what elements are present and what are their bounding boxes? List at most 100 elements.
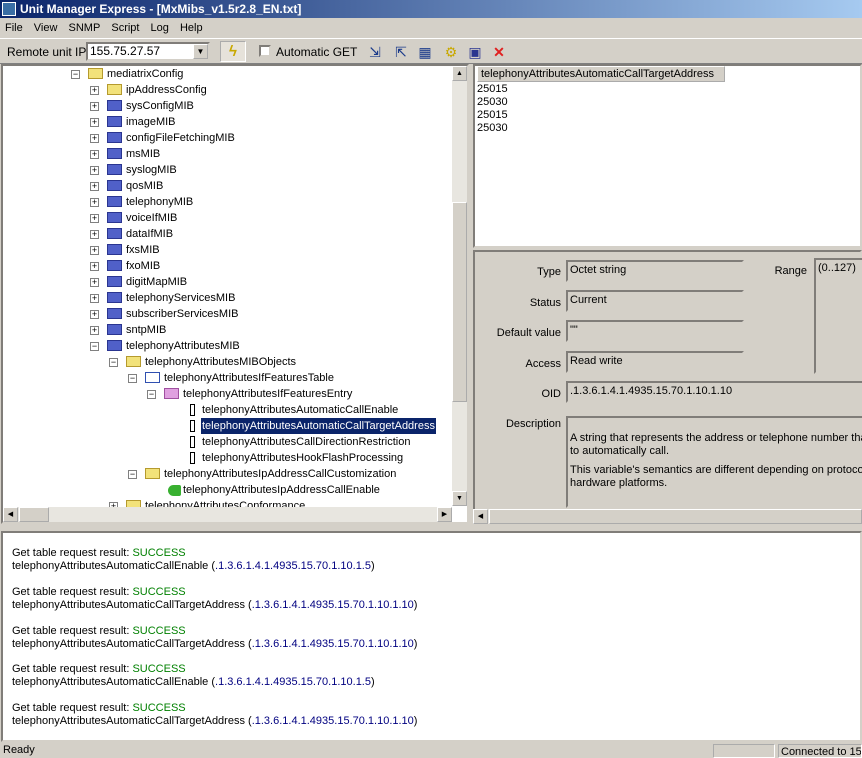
tree-node[interactable]: + qosMIB <box>3 178 452 194</box>
tree-node[interactable]: − telephonyAttributesIpAddressCallCustomi… <box>3 466 452 482</box>
tree-node[interactable]: + dataIfMIB <box>3 226 452 242</box>
tree-node[interactable]: + telephonyMIB <box>3 194 452 210</box>
tree-node[interactable]: + fxoMIB <box>3 258 452 274</box>
tree-node[interactable]: + sysConfigMIB <box>3 98 452 114</box>
tree-node[interactable]: + digitMapMIB <box>3 274 452 290</box>
expand-plus-icon[interactable]: + <box>90 182 99 191</box>
tree-node[interactable]: telephonyAttributesHookFlashProcessing <box>3 450 452 466</box>
value-row[interactable]: 25030 <box>477 96 508 109</box>
tree-node-label: fxoMIB <box>126 260 161 272</box>
expand-plus-icon[interactable]: + <box>90 310 99 319</box>
mib-folder-icon <box>107 292 122 303</box>
automatic-get-checkbox[interactable] <box>259 45 271 57</box>
tree-node-label: msMIB <box>126 148 161 160</box>
scroll-right-icon[interactable]: ▶ <box>437 507 452 522</box>
get-icon[interactable]: ⇲ <box>364 42 386 62</box>
expand-plus-icon[interactable]: + <box>90 262 99 271</box>
range-label: Range <box>774 265 807 277</box>
monitor-icon[interactable]: ▣ <box>464 42 486 62</box>
get-next-icon[interactable]: ⇱ <box>390 42 412 62</box>
collapse-minus-icon[interactable]: − <box>90 342 99 351</box>
scroll-down-icon[interactable]: ▼ <box>452 491 467 506</box>
expand-plus-icon[interactable]: + <box>90 326 99 335</box>
tree-node[interactable]: − telephonyAttributesMIB <box>3 338 452 354</box>
menu-help[interactable]: Help <box>180 22 203 34</box>
menu-file[interactable]: File <box>5 22 23 34</box>
tree-node[interactable]: + voiceIfMIB <box>3 210 452 226</box>
scalar-object-icon <box>168 485 181 496</box>
scroll-left-icon[interactable]: ◀ <box>473 509 488 524</box>
expand-plus-icon[interactable]: + <box>90 86 99 95</box>
chevron-down-icon[interactable]: ▼ <box>193 44 208 59</box>
tree-horizontal-scrollbar[interactable]: ◀ ▶ <box>3 507 452 522</box>
settings-gear-icon[interactable]: ⚙ <box>440 42 462 62</box>
values-column-header[interactable]: telephonyAttributesAutomaticCallTargetAd… <box>477 66 725 82</box>
tree-node-label: mediatrixConfig <box>107 68 184 80</box>
description-line: This variable's semantics are different … <box>570 464 862 476</box>
tree-node[interactable]: + msMIB <box>3 146 452 162</box>
tree-node-label: qosMIB <box>126 180 164 192</box>
expand-plus-icon[interactable]: + <box>90 134 99 143</box>
properties-horizontal-scrollbar[interactable]: ◀ <box>473 509 862 524</box>
expand-plus-icon[interactable]: + <box>90 118 99 127</box>
tree-node-label: telephonyAttributesCallDirectionRestrict… <box>202 436 411 448</box>
menu-script[interactable]: Script <box>111 22 139 34</box>
tree-node-label: subscriberServicesMIB <box>126 308 239 320</box>
tree-node[interactable]: telephonyAttributesAutomaticCallTargetAd… <box>3 417 452 435</box>
tree-vertical-scrollbar[interactable]: ▲ ▼ <box>452 66 467 506</box>
tree-node-label: syslogMIB <box>126 164 177 176</box>
tree-node[interactable]: + subscriberServicesMIB <box>3 306 452 322</box>
scroll-thumb[interactable] <box>452 202 467 402</box>
tree-node[interactable]: + configFileFetchingMIB <box>3 130 452 146</box>
value-row[interactable]: 25015 <box>477 109 508 122</box>
tree-node[interactable]: + imageMIB <box>3 114 452 130</box>
value-row[interactable]: 25015 <box>477 83 508 96</box>
tree-node[interactable]: + fxsMIB <box>3 242 452 258</box>
tree-node[interactable]: + sntpMIB <box>3 322 452 338</box>
expand-plus-icon[interactable]: + <box>90 214 99 223</box>
log-pane: Get table request result: SUCCESS teleph… <box>1 531 862 742</box>
menu-snmp[interactable]: SNMP <box>69 22 101 34</box>
tree-node[interactable]: + ipAddressConfig <box>3 82 452 98</box>
remote-ip-combo[interactable]: 155.75.27.57 ▼ <box>86 42 210 61</box>
expand-plus-icon[interactable]: + <box>90 166 99 175</box>
tree-node[interactable]: + syslogMIB <box>3 162 452 178</box>
mib-folder-icon <box>107 340 122 351</box>
collapse-minus-icon[interactable]: − <box>128 374 137 383</box>
tree-node[interactable]: − telephonyAttributesIfFeaturesEntry <box>3 386 452 402</box>
collapse-minus-icon[interactable]: − <box>71 70 80 79</box>
expand-plus-icon[interactable]: + <box>90 150 99 159</box>
connect-lightning-button[interactable]: ϟ <box>220 41 246 62</box>
log-prefix: Get table request result: <box>12 586 133 598</box>
menu-view[interactable]: View <box>34 22 58 34</box>
mib-tree[interactable]: − mediatrixConfig + ipAddressConfig + sysConf… <box>1 64 469 524</box>
tree-node[interactable]: telephonyAttributesCallDirectionRestrict… <box>3 434 452 450</box>
close-x-icon[interactable]: ✕ <box>488 42 510 62</box>
tree-node[interactable]: telephonyAttributesIpAddressCallEnable <box>3 482 452 498</box>
scroll-thumb[interactable] <box>19 507 49 522</box>
tree-node[interactable]: − telephonyAttributesMIBObjects <box>3 354 452 370</box>
expand-plus-icon[interactable]: + <box>90 230 99 239</box>
scroll-thumb[interactable] <box>489 509 862 524</box>
value-row[interactable]: 25030 <box>477 122 508 135</box>
expand-plus-icon[interactable]: + <box>90 278 99 287</box>
expand-plus-icon[interactable]: + <box>90 294 99 303</box>
tree-node[interactable]: − mediatrixConfig <box>3 66 452 82</box>
log-object: telephonyAttributesAutomaticCallTargetAd… <box>12 715 245 727</box>
get-table-icon[interactable]: ▦ <box>414 42 436 62</box>
scroll-up-icon[interactable]: ▲ <box>452 66 467 81</box>
expand-plus-icon[interactable]: + <box>90 198 99 207</box>
tree-node[interactable]: + telephonyServicesMIB <box>3 290 452 306</box>
collapse-minus-icon[interactable]: − <box>128 470 137 479</box>
menu-log[interactable]: Log <box>151 22 169 34</box>
collapse-minus-icon[interactable]: − <box>109 358 118 367</box>
expand-plus-icon[interactable]: + <box>90 102 99 111</box>
oid-label: OID <box>541 388 561 400</box>
tree-node-label: sysConfigMIB <box>126 100 194 112</box>
tree-node[interactable]: telephonyAttributesAutomaticCallEnable <box>3 402 452 418</box>
collapse-minus-icon[interactable]: − <box>147 390 156 399</box>
tree-node[interactable]: − telephonyAttributesIfFeaturesTable <box>3 370 452 386</box>
mib-folder-icon <box>107 228 122 239</box>
expand-plus-icon[interactable]: + <box>90 246 99 255</box>
scroll-left-icon[interactable]: ◀ <box>3 507 18 522</box>
